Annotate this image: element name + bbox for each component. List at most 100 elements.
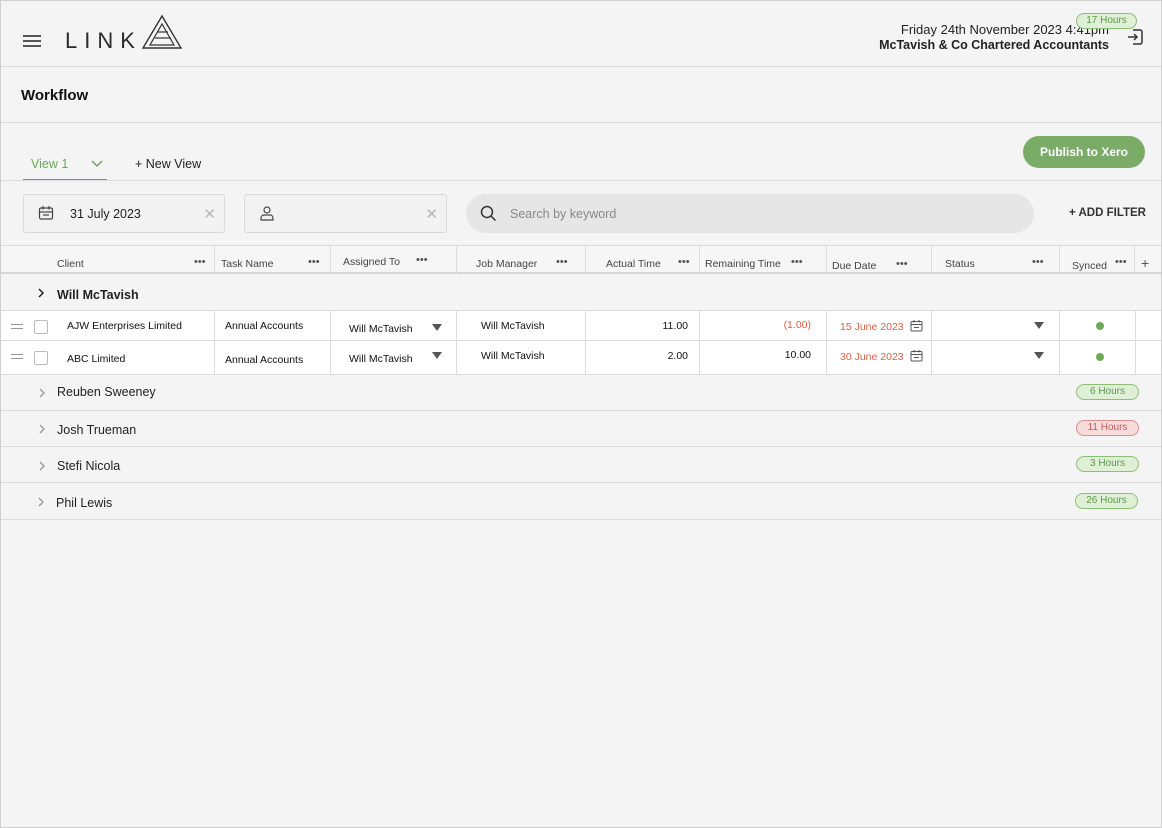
remaining-time-value: 10.00 xyxy=(784,349,811,361)
table-header: Client ••• Task Name ••• Assigned To •••… xyxy=(1,245,1161,274)
logout-icon[interactable] xyxy=(1125,27,1145,47)
caret-down-icon[interactable] xyxy=(432,324,442,331)
cell-assigned[interactable]: Will McTavish xyxy=(331,341,457,374)
more-icon[interactable]: ••• xyxy=(556,257,568,268)
logo-text: LINK xyxy=(65,28,142,53)
col-job-manager-label: Job Manager xyxy=(476,258,538,270)
user-icon xyxy=(260,206,274,221)
top-bar: LINK Friday 24th November 2023 4:41pm Mc… xyxy=(1,1,1161,67)
group-row-stefi-nicola[interactable]: Stefi Nicola 3 Hours xyxy=(1,447,1161,483)
cell-actual-time[interactable]: 11.00 xyxy=(586,311,700,340)
more-icon[interactable]: ••• xyxy=(1115,257,1127,268)
cell-assigned[interactable]: Will McTavish xyxy=(331,311,457,340)
col-remaining-time-label: Remaining Time xyxy=(705,258,781,270)
col-remaining-time[interactable]: Remaining Time ••• xyxy=(700,246,827,273)
caret-down-icon[interactable] xyxy=(1034,352,1044,359)
remaining-time-value: (1.00) xyxy=(783,319,811,331)
group-name: Reuben Sweeney xyxy=(57,385,156,399)
col-status[interactable]: Status ••• xyxy=(932,246,1060,273)
page-title: Workflow xyxy=(21,87,89,104)
more-icon[interactable]: ••• xyxy=(791,257,803,268)
hours-badge: 6 Hours xyxy=(1076,384,1139,400)
table-row[interactable]: ABC Limited Annual Accounts Will McTavis… xyxy=(1,341,1161,375)
synced-indicator xyxy=(1096,322,1104,330)
group-row-reuben-sweeney[interactable]: Reuben Sweeney 6 Hours xyxy=(1,375,1161,411)
title-bar: Workflow xyxy=(1,67,1161,123)
col-client[interactable]: Client ••• xyxy=(1,246,215,273)
col-client-label: Client xyxy=(57,258,84,270)
date-filter[interactable]: 31 July 2023 ✕ xyxy=(23,194,225,233)
caret-down-icon[interactable] xyxy=(1034,322,1044,329)
calendar-icon[interactable] xyxy=(910,319,923,332)
more-icon[interactable]: ••• xyxy=(678,257,690,268)
caret-down-icon[interactable] xyxy=(432,352,442,359)
menu-icon[interactable] xyxy=(23,35,43,49)
publish-to-xero-button[interactable]: Publish to Xero xyxy=(1023,136,1145,168)
cell-task: Annual Accounts xyxy=(215,341,331,374)
col-actual-time-label: Actual Time xyxy=(606,258,661,270)
col-task-name-label: Task Name xyxy=(221,258,274,270)
col-assigned-to[interactable]: Assigned To ••• xyxy=(331,246,457,273)
col-actual-time[interactable]: Actual Time ••• xyxy=(586,246,700,273)
chevron-right-icon[interactable] xyxy=(37,288,45,298)
chevron-right-icon[interactable] xyxy=(37,497,45,507)
group-name: Phil Lewis xyxy=(56,496,113,510)
col-synced-label: Synced xyxy=(1072,260,1108,272)
date-filter-value: 31 July 2023 xyxy=(70,207,141,221)
cell-client: ABC Limited xyxy=(1,341,215,374)
actual-time-value: 2.00 xyxy=(667,350,688,362)
assigned-to-value: Will McTavish xyxy=(349,323,413,335)
job-manager-value: Will McTavish xyxy=(481,350,545,362)
due-date-value: 15 June 2023 xyxy=(840,321,904,333)
cell-synced xyxy=(1060,311,1136,340)
job-manager-value: Will McTavish xyxy=(481,320,545,332)
actual-time-value: 11.00 xyxy=(662,320,689,332)
more-icon[interactable]: ••• xyxy=(308,257,320,268)
cell-task: Annual Accounts xyxy=(215,311,331,340)
chevron-down-icon[interactable] xyxy=(91,160,103,168)
chevron-right-icon[interactable] xyxy=(38,461,46,471)
cell-synced xyxy=(1060,341,1136,374)
client-name: AJW Enterprises Limited xyxy=(67,320,182,332)
person-filter[interactable]: ✕ xyxy=(244,194,447,233)
task-name: Annual Accounts xyxy=(225,354,304,366)
new-view-button[interactable]: + New View xyxy=(135,157,201,171)
col-due-date-label: Due Date xyxy=(832,260,877,272)
tab-view-1[interactable]: View 1 xyxy=(23,151,107,181)
tabs-divider xyxy=(1,180,1161,181)
calendar-icon xyxy=(38,206,54,220)
more-icon[interactable]: ••• xyxy=(416,255,428,266)
company-name: McTavish & Co Chartered Accountants xyxy=(879,38,1109,52)
cell-due-date[interactable]: 30 June 2023 xyxy=(827,341,932,374)
more-icon[interactable]: ••• xyxy=(896,259,908,270)
more-icon[interactable]: ••• xyxy=(1032,257,1044,268)
add-column-plus-icon[interactable]: + xyxy=(1141,255,1149,271)
more-icon[interactable]: ••• xyxy=(194,257,206,268)
search-bar[interactable] xyxy=(466,194,1034,233)
table-row[interactable]: AJW Enterprises Limited Annual Accounts … xyxy=(1,311,1161,341)
add-filter-button[interactable]: + ADD FILTER xyxy=(1069,207,1146,219)
clear-person-icon[interactable]: ✕ xyxy=(425,205,438,223)
cell-due-date[interactable]: 15 June 2023 xyxy=(827,311,932,340)
col-task-name[interactable]: Task Name ••• xyxy=(215,246,331,273)
col-job-manager[interactable]: Job Manager ••• xyxy=(457,246,586,273)
group-row-josh-trueman[interactable]: Josh Trueman 11 Hours xyxy=(1,411,1161,447)
search-input[interactable] xyxy=(510,204,990,224)
cell-status[interactable] xyxy=(932,311,1060,340)
chevron-right-icon[interactable] xyxy=(38,424,46,434)
cell-actual-time[interactable]: 2.00 xyxy=(586,341,700,374)
clear-date-icon[interactable]: ✕ xyxy=(203,205,216,223)
col-due-date[interactable]: Due Date ••• xyxy=(827,246,932,273)
search-icon xyxy=(480,205,497,222)
calendar-icon[interactable] xyxy=(910,349,923,362)
col-assigned-to-label: Assigned To xyxy=(343,256,401,268)
col-synced[interactable]: Synced ••• xyxy=(1060,246,1135,273)
hours-badge: 11 Hours xyxy=(1076,420,1139,436)
group-row-phil-lewis[interactable]: Phil Lewis 26 Hours xyxy=(1,483,1161,520)
hours-badge: 3 Hours xyxy=(1076,456,1139,472)
group-row-will-mctavish[interactable]: Will McTavish 17 Hours xyxy=(1,13,1161,311)
chevron-right-icon[interactable] xyxy=(38,388,46,398)
synced-indicator xyxy=(1096,353,1104,361)
group-name: Josh Trueman xyxy=(57,423,137,437)
cell-status[interactable] xyxy=(932,341,1060,374)
